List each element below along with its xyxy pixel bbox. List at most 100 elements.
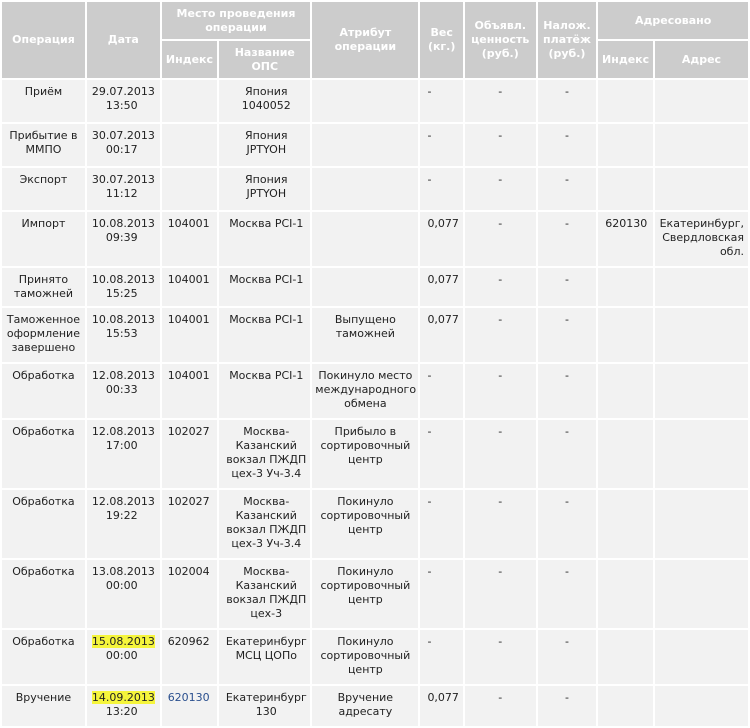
cell-cod: - xyxy=(537,630,597,684)
cell-declared-value: - xyxy=(464,124,536,166)
cell-operation: Таможенное оформление завершено xyxy=(2,308,85,362)
table-row: Импорт 10.08.2013 09:39 104001 Москва PCI-1 0… xyxy=(2,212,748,266)
cell-weight: - xyxy=(420,80,463,122)
cell-date: 10.08.2013 09:39 xyxy=(86,212,160,266)
table-row: Приём 29.07.2013 13:50 Япония 1040052 - - - xyxy=(2,80,748,122)
cell-operation: Вручение xyxy=(2,686,85,726)
cell-ops-name-text: Москва PCI-1 xyxy=(229,369,304,382)
cell-operation: Прибытие в ММПО xyxy=(2,124,85,166)
header-cod: Налож. платёж (руб.) xyxy=(537,2,597,78)
cell-ops-name: Япония JPTYOH xyxy=(219,124,311,166)
time-text: 00:00 xyxy=(105,579,138,592)
cell-date: 12.08.2013 00:33 xyxy=(86,364,160,418)
cell-ops-name-text: Екатеринбург МСЦ ЦОПо xyxy=(225,635,307,662)
cell-declared-value-text: - xyxy=(498,565,503,578)
cell-dest-index: 620130 xyxy=(598,212,653,266)
cell-operation: Обработка xyxy=(2,364,85,418)
cell-ops-name: Япония JPTYOH xyxy=(219,168,311,210)
cell-operation-text: Приём xyxy=(24,85,63,98)
table-row: Обработка 13.08.2013 00:00 102004 Москва- Ка… xyxy=(2,560,748,628)
cell-ops-index: 104001 xyxy=(161,308,218,362)
cell-date: 30.07.2013 00:17 xyxy=(86,124,160,166)
cell-date: 30.07.2013 11:12 xyxy=(86,168,160,210)
cell-ops-name: Москва PCI-1 xyxy=(219,212,311,266)
cell-cod-text: - xyxy=(564,173,569,186)
cell-weight-text: - xyxy=(427,173,432,186)
cell-cod-text: - xyxy=(564,635,569,648)
cell-dest-index xyxy=(598,490,653,558)
cell-declared-value: - xyxy=(464,364,536,418)
ops-index-link[interactable]: 620130 xyxy=(168,691,210,704)
cell-cod-text: - xyxy=(564,217,569,230)
cell-ops-name-text: Москва PCI-1 xyxy=(229,217,304,230)
header-declared-value: Объявл. ценность (руб.) xyxy=(464,2,536,78)
cell-cod-text: - xyxy=(564,313,569,326)
cell-declared-value: - xyxy=(464,268,536,306)
table-row: Экспорт 30.07.2013 11:12 Япония JPTYOH - - - xyxy=(2,168,748,210)
cell-weight: - xyxy=(420,168,463,210)
date-text: 12.08.2013 xyxy=(91,369,155,382)
cell-dest-index xyxy=(598,420,653,488)
cell-ops-index xyxy=(161,168,218,210)
cell-ops-name-text: Москва- Казанский вокзал ПЖДП цех-3 xyxy=(226,565,307,620)
cell-attribute-text: Вручение адресату xyxy=(337,691,394,718)
cell-operation: Обработка xyxy=(2,630,85,684)
cell-ops-index[interactable]: 620130 xyxy=(161,686,218,726)
cell-ops-name-text: Москва- Казанский вокзал ПЖДП цех-3 Уч-3… xyxy=(226,425,307,480)
cell-cod-text: - xyxy=(564,85,569,98)
cell-weight-text: 0,077 xyxy=(427,217,459,230)
table-row: Обработка 15.08.2013 00:00 620962 Екатеринбу… xyxy=(2,630,748,684)
cell-operation: Обработка xyxy=(2,560,85,628)
cell-cod: - xyxy=(537,308,597,362)
cell-ops-index-text: 102004 xyxy=(167,565,210,578)
cell-weight: 0,077 xyxy=(420,308,463,362)
cell-dest-address xyxy=(654,630,748,684)
cell-ops-index: 102004 xyxy=(161,560,218,628)
cell-ops-index-text: 104001 xyxy=(167,313,210,326)
header-place-group: Место проведения операции xyxy=(161,2,311,39)
cell-declared-value: - xyxy=(464,212,536,266)
table-row: Принято таможней 10.08.2013 15:25 104001 Мос… xyxy=(2,268,748,306)
cell-dest-index xyxy=(598,560,653,628)
cell-cod-text: - xyxy=(564,495,569,508)
cell-operation-text: Обработка xyxy=(12,635,75,648)
cell-cod-text: - xyxy=(564,129,569,142)
cell-ops-name-text: Москва- Казанский вокзал ПЖДП цех-3 Уч-3… xyxy=(226,495,307,550)
cell-weight: - xyxy=(420,364,463,418)
cell-declared-value: - xyxy=(464,168,536,210)
cell-declared-value: - xyxy=(464,490,536,558)
cell-weight-text: - xyxy=(427,85,432,98)
cell-dest-address xyxy=(654,560,748,628)
cell-declared-value-text: - xyxy=(498,691,503,704)
cell-operation-text: Импорт xyxy=(21,217,66,230)
cell-attribute-text: Покинуло сортировочный центр xyxy=(320,495,411,536)
time-text: 13:50 xyxy=(105,99,138,112)
cell-cod: - xyxy=(537,560,597,628)
cell-operation: Обработка xyxy=(2,420,85,488)
table-row: Обработка 12.08.2013 17:00 102027 Москва- Ка… xyxy=(2,420,748,488)
table-row: Прибытие в ММПО 30.07.2013 00:17 Япония JPT… xyxy=(2,124,748,166)
cell-ops-name: Москва PCI-1 xyxy=(219,268,311,306)
cell-cod: - xyxy=(537,268,597,306)
date-text: 12.08.2013 xyxy=(91,425,155,438)
cell-ops-index: 102027 xyxy=(161,420,218,488)
cell-operation-text: Вручение xyxy=(15,691,72,704)
header-addressed-address: Адрес xyxy=(654,41,748,78)
cell-weight-text: - xyxy=(427,129,432,142)
cell-dest-address xyxy=(654,364,748,418)
cell-dest-index xyxy=(598,80,653,122)
time-text: 00:17 xyxy=(105,143,138,156)
cell-weight: - xyxy=(420,420,463,488)
header-weight: Вес (кг.) xyxy=(420,2,463,78)
time-text: 15:25 xyxy=(105,287,138,300)
cell-cod: - xyxy=(537,168,597,210)
date-text: 10.08.2013 xyxy=(91,217,155,230)
cell-operation-text: Экспорт xyxy=(19,173,68,186)
cell-date: 10.08.2013 15:25 xyxy=(86,268,160,306)
cell-declared-value: - xyxy=(464,686,536,726)
cell-declared-value-text: - xyxy=(498,313,503,326)
cell-attribute: Покинуло место международного обмена xyxy=(312,364,419,418)
cell-cod: - xyxy=(537,80,597,122)
cell-ops-name: Екатеринбург МСЦ ЦОПо xyxy=(219,630,311,684)
cell-operation: Обработка xyxy=(2,490,85,558)
